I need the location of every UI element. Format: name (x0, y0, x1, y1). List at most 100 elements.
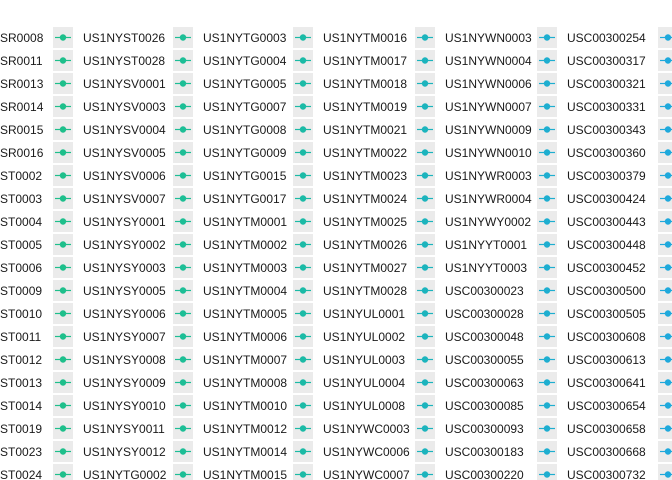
legend-key-point (543, 356, 551, 363)
legend-key-point (299, 149, 307, 156)
legend-label: USC00300254 (567, 31, 646, 45)
legend-key-point (179, 218, 187, 225)
legend-label: US1NYTM0021 (323, 123, 407, 137)
legend-key-point (421, 218, 429, 225)
legend-key-point (543, 34, 551, 41)
legend-key-point (179, 80, 187, 87)
legend-key-point (664, 34, 672, 41)
legend-label: US1NYST0009 (0, 284, 42, 298)
legend-key-point (421, 241, 429, 248)
legend-label: US1NYTM0014 (203, 445, 287, 459)
legend-key-point (421, 356, 429, 363)
legend-label: US1NYST0019 (0, 422, 42, 436)
legend-key-point (543, 103, 551, 110)
legend-label: US1NYTM0019 (323, 100, 407, 114)
legend-label: US1NYYT0003 (445, 261, 527, 275)
legend-key-point (179, 241, 187, 248)
legend-label: USC00300732 (567, 468, 646, 480)
legend-key-point (299, 287, 307, 294)
legend-label: US1NYTG0009 (203, 146, 287, 160)
legend-key-point (299, 34, 307, 41)
legend-label: US1NYSY0001 (83, 215, 166, 229)
legend-label: US1NYTM0003 (203, 261, 287, 275)
legend-label: US1NYSV0001 (83, 77, 166, 91)
legend-label: US1NYWN0004 (445, 54, 532, 68)
legend-label: US1NYTM0022 (323, 146, 407, 160)
legend-key-point (299, 172, 307, 179)
legend-label: USC00300448 (567, 238, 646, 252)
legend-label: USC00300424 (567, 192, 646, 206)
legend-label: US1NYTM0023 (323, 169, 407, 183)
legend-key-point (543, 149, 551, 156)
legend-label: US1NYST0010 (0, 307, 42, 321)
legend-key-point (421, 471, 429, 478)
legend-label: US1NYTM0016 (323, 31, 407, 45)
legend-key-point (179, 195, 187, 202)
legend-label: US1NYWN0007 (445, 100, 532, 114)
legend-label: US1NYWN0010 (445, 146, 532, 160)
legend-label: US1NYSV0003 (83, 100, 166, 114)
legend-key-point (421, 379, 429, 386)
legend-label: US1NYTG0007 (203, 100, 287, 114)
legend-label: US1NYSR0014 (0, 100, 44, 114)
legend-label: US1NYSY0009 (83, 376, 166, 390)
legend: US1NYSR0008 US1NYSR0011 US1NYSR0013 US1NYSR… (0, 27, 672, 480)
legend-key-point (543, 126, 551, 133)
legend-label: USC00300321 (567, 77, 646, 91)
legend-label: US1NYST0023 (0, 445, 42, 459)
legend-key-point (664, 448, 672, 455)
legend-label: US1NYTG0015 (203, 169, 287, 183)
legend-key-point (421, 287, 429, 294)
legend-label: US1NYWR0003 (445, 169, 532, 183)
legend-key-point (664, 264, 672, 271)
legend-label: US1NYST0011 (0, 330, 41, 344)
legend-key-point (421, 310, 429, 317)
legend-label: US1NYST0006 (0, 261, 42, 275)
legend-key-point (299, 310, 307, 317)
legend-label: US1NYSR0011 (0, 54, 43, 68)
legend-key-point (543, 448, 551, 455)
legend-key-point (543, 402, 551, 409)
legend-label: USC00300658 (567, 422, 646, 436)
legend-label: US1NYUL0008 (323, 399, 405, 413)
legend-label: US1NYTM0001 (203, 215, 287, 229)
legend-key-point (299, 356, 307, 363)
legend-key-point (59, 103, 67, 110)
legend-key-point (543, 287, 551, 294)
legend-key-point (664, 57, 672, 64)
legend-label: US1NYWC0007 (323, 468, 410, 480)
legend-key-point (421, 126, 429, 133)
legend-label: US1NYSR0016 (0, 146, 44, 160)
legend-key-point (421, 402, 429, 409)
legend-key-point (179, 172, 187, 179)
legend-key-point (59, 310, 67, 317)
legend-key-point (421, 80, 429, 87)
legend-label: US1NYSY0007 (83, 330, 166, 344)
legend-label: US1NYTM0015 (203, 468, 287, 480)
legend-key-point (664, 126, 672, 133)
legend-key-point (59, 264, 67, 271)
legend-key-point (299, 218, 307, 225)
legend-label: US1NYSY0011 (83, 422, 165, 436)
legend-key-point (59, 333, 67, 340)
legend-label: US1NYST0013 (0, 376, 42, 390)
legend-label: US1NYTM0024 (323, 192, 407, 206)
legend-label: USC00300085 (445, 399, 524, 413)
legend-key-point (664, 333, 672, 340)
legend-label: USC00300452 (567, 261, 646, 275)
legend-label: US1NYSY0006 (83, 307, 166, 321)
legend-label: USC00300220 (445, 468, 524, 480)
legend-key-point (179, 287, 187, 294)
legend-label: US1NYST0002 (0, 169, 42, 183)
legend-key-point (664, 379, 672, 386)
legend-key-point (421, 149, 429, 156)
legend-key-point (664, 195, 672, 202)
legend-key-point (59, 34, 67, 41)
legend-key-point (59, 57, 67, 64)
legend-key-point (179, 34, 187, 41)
legend-key-point (543, 379, 551, 386)
legend-key-point (179, 379, 187, 386)
legend-key-point (543, 195, 551, 202)
legend-label: US1NYSR0015 (0, 123, 44, 137)
legend-label: US1NYUL0001 (323, 307, 405, 321)
